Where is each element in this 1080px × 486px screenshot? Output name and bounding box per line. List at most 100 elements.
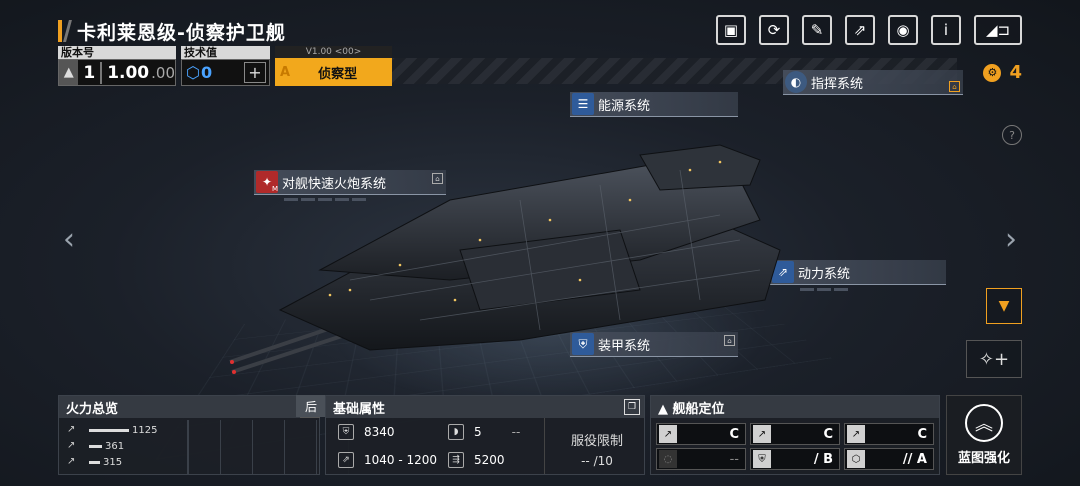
- firepower-header: 火力总览 ⟰: [59, 396, 320, 418]
- top-toolbar: ▣ ⟳ ✎ ⇗ ◉ i ◢⊐: [716, 15, 1022, 45]
- position-grade: / B: [813, 451, 833, 467]
- ship-model[interactable]: [220, 140, 800, 380]
- version-label: 版本号: [58, 46, 176, 59]
- title-accent-secondary: [63, 20, 72, 42]
- version-main: 1.00: [107, 62, 150, 83]
- firepower-tab-label: 后: [304, 399, 317, 414]
- dropdown-button[interactable]: ▼: [986, 288, 1022, 324]
- version-sub: .00: [151, 63, 175, 82]
- tech-add-button[interactable]: +: [244, 62, 266, 83]
- damage-stat: ⇗ 1040 - 1200: [338, 452, 437, 468]
- energy-system-label: 能源系统: [598, 98, 651, 114]
- shield-icon: ⛨: [338, 424, 354, 440]
- refresh-icon: ⟳: [767, 21, 781, 39]
- hp-value: 8340: [364, 425, 395, 439]
- support-role-icon: ⬡: [847, 450, 865, 468]
- slots-extra: --: [511, 425, 521, 439]
- title-accent: [58, 20, 62, 42]
- upgrade-corner-icon: ⌂: [949, 81, 960, 92]
- blueprint-enhance-label: 蓝图强化: [957, 451, 1010, 466]
- tech-body: ⬡ 0 +: [181, 59, 270, 86]
- refresh-button[interactable]: ⟳: [759, 15, 789, 45]
- role-box: V1.00 <00> A 侦察型: [275, 46, 392, 86]
- ship-title-bar: 卡利莱恩级-侦察护卫舰: [58, 18, 286, 44]
- share-button[interactable]: ⇗: [845, 15, 875, 45]
- expand-icon[interactable]: ❐: [624, 399, 640, 415]
- strike-role-icon: ↗: [753, 425, 771, 443]
- prev-ship-arrow[interactable]: ‹: [63, 222, 75, 257]
- tech-label: 技术值: [181, 46, 270, 59]
- position-grade: C: [823, 426, 833, 442]
- chevron-up-icon: ︽: [965, 404, 1003, 442]
- position-cell: ↗ C: [844, 423, 934, 445]
- role-body: A 侦察型: [275, 58, 392, 86]
- help-icon[interactable]: ?: [1002, 125, 1022, 145]
- role-label: 侦察型: [318, 66, 358, 82]
- base-attributes-title: 基础属性: [333, 401, 386, 417]
- resource-counter: ⚙ 4: [983, 62, 1022, 83]
- tech-hex-icon: ⬡: [186, 63, 200, 82]
- version-divider: [100, 61, 103, 84]
- firepower-value: 1125: [132, 424, 158, 436]
- back-button[interactable]: ◢⊐: [974, 15, 1022, 45]
- position-cell: ↗ C: [656, 423, 746, 445]
- firepower-value: 315: [103, 456, 123, 468]
- version-box: 版本号 ▲ 1 1.00 .00: [58, 46, 176, 86]
- version-tier: 1: [83, 62, 96, 83]
- triangle-down-icon: ▼: [998, 298, 1010, 314]
- energy-system-icon: ☰: [572, 93, 594, 115]
- slots-value: 5: [474, 425, 482, 439]
- resource-icon: ⚙: [983, 63, 1002, 82]
- firepower-row: ↗ 361: [67, 440, 124, 452]
- panel-divider: [544, 418, 545, 474]
- damage-value: 1040 - 1200: [364, 453, 438, 467]
- damage-icon: ⇗: [338, 452, 354, 468]
- next-ship-arrow[interactable]: ›: [1005, 222, 1017, 257]
- view-icon: ◉: [896, 21, 910, 39]
- add-module-button[interactable]: ✧+: [966, 340, 1022, 378]
- missile-role-icon: ↗: [847, 425, 865, 443]
- command-system-label: 指挥系统: [811, 76, 864, 92]
- gallery-icon: ▣: [723, 21, 739, 39]
- tech-box: 技术值 ⬡ 0 +: [181, 46, 270, 86]
- firepower-bar: [89, 460, 100, 464]
- firepower-value: 361: [105, 440, 125, 452]
- gun-muzzle-light: [232, 370, 236, 374]
- speed-icon: ⇶: [448, 452, 464, 468]
- info-button[interactable]: i: [931, 15, 961, 45]
- slot-icon: ◗: [448, 424, 464, 440]
- paint-button[interactable]: ✎: [802, 15, 832, 45]
- position-cell: ⛨ / B: [750, 448, 840, 470]
- firepower-row: ↗ 1125: [67, 424, 157, 436]
- hp-stat: ⛨ 8340: [338, 424, 395, 440]
- system-energy[interactable]: ☰ 能源系统: [570, 92, 738, 117]
- firepower-bar: [89, 428, 129, 432]
- position-grade: // A: [902, 451, 927, 467]
- view-button[interactable]: ◉: [888, 15, 918, 45]
- bridge-tower: [639, 144, 761, 191]
- firepower-title: 火力总览: [66, 401, 119, 417]
- position-grade: C: [729, 426, 739, 442]
- resource-value: 4: [1009, 62, 1022, 83]
- speed-value: 5200: [474, 453, 505, 467]
- position-cell: ⬡ // A: [844, 448, 934, 470]
- attack-role-icon: ↗: [659, 425, 677, 443]
- role-grade: A: [280, 64, 291, 80]
- info-icon: i: [943, 21, 949, 39]
- speed-stat: ⇶ 5200: [448, 452, 505, 468]
- ship-position-title: ▲ 舰船定位: [658, 401, 725, 417]
- system-command[interactable]: ◐ 指挥系统 ⌂: [783, 70, 963, 95]
- service-limit-label: 服役限制: [570, 434, 623, 449]
- role-version-tag: V1.00 <00>: [275, 46, 392, 58]
- position-grade: C: [917, 426, 927, 442]
- gallery-button[interactable]: ▣: [716, 15, 746, 45]
- firepower-row: ↗ 315: [67, 456, 122, 468]
- ship-class-icon: ▲: [59, 60, 79, 85]
- paint-icon: ✎: [810, 21, 824, 39]
- position-cell: ◌ --: [656, 448, 746, 470]
- blueprint-enhance-button[interactable]: ︽ 蓝图强化: [946, 395, 1022, 475]
- defense-role-icon: ⛨: [753, 450, 771, 468]
- ship-position-header: ▲ 舰船定位: [651, 396, 939, 418]
- firepower-bar: [89, 444, 102, 448]
- firepower-tab[interactable]: 后: [296, 395, 326, 417]
